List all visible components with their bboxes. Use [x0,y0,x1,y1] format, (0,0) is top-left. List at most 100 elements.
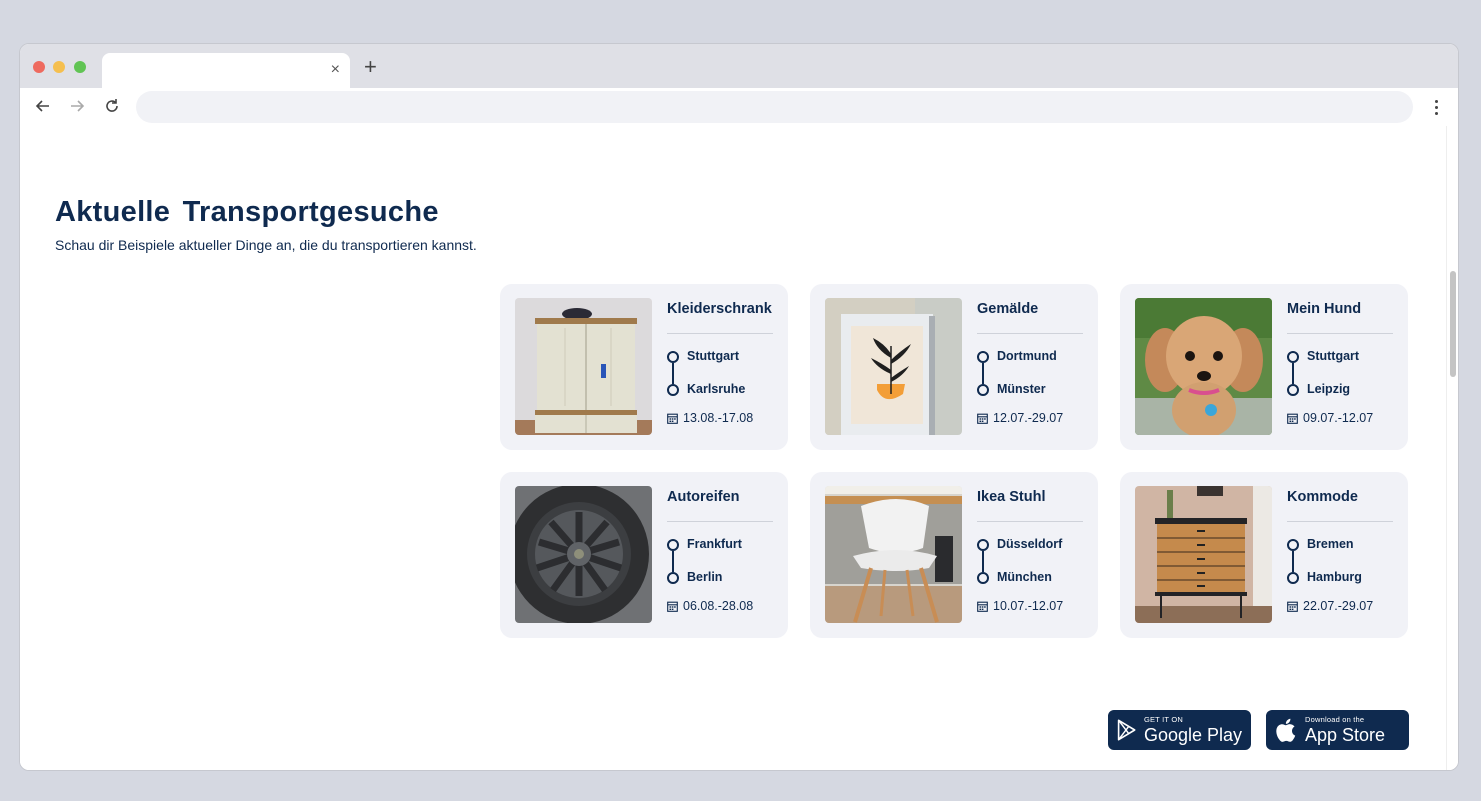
destination-marker-icon [977,384,989,396]
card-divider [977,333,1083,334]
navigation-bar [20,88,1458,126]
browser-tab[interactable]: × [102,53,350,88]
destination-city: Münster [997,382,1046,396]
route-line [1292,363,1294,384]
tire-photo [515,486,652,623]
card-title: Kleiderschrank [667,301,772,317]
dog-photo [1135,298,1272,435]
kebab-menu-icon[interactable] [1426,96,1446,118]
tab-bar: × + [20,44,1458,88]
calendar-icon [977,413,988,424]
arrow-left-icon [35,100,49,112]
card-info: Gemälde Dortmund Münster 12.07.-29.07 [977,298,1083,425]
chair-photo [825,486,962,623]
destination-marker-icon [977,572,989,584]
forward-button[interactable] [65,94,89,118]
app-store-big-text: App Store [1305,724,1386,745]
card-title: Ikea Stuhl [977,489,1046,505]
route-line [672,551,674,572]
calendar-icon [667,601,678,612]
app-store-small-text: Download on the [1305,715,1365,725]
origin-city: Düsseldorf [997,537,1063,551]
google-play-big-text: Google Play [1143,724,1242,745]
app-store-badges: GET IT ON Google Play Download on the Ap… [1108,710,1409,750]
route: Stuttgart Karlsruhe [667,348,773,400]
page-title: Aktuelle Transportgesuche [55,196,439,228]
origin-marker-icon [667,351,679,363]
date-text: 10.07.-12.07 [993,599,1064,613]
route: Dortmund Münster [977,348,1083,400]
browser-window: × + Aktuelle Transportgesuche Schau dir … [19,43,1459,771]
google-play-badge[interactable]: GET IT ON Google Play [1108,710,1251,750]
destination-marker-icon [1287,384,1299,396]
scrollbar-thumb[interactable] [1450,271,1456,377]
calendar-icon [977,601,988,612]
destination-city: Leipzig [1307,382,1351,396]
route-line [982,551,984,572]
origin-marker-icon [1287,539,1299,551]
painting-photo [825,298,962,435]
back-button[interactable] [31,94,55,118]
transport-card[interactable]: Ikea Stuhl Düsseldorf München 10.07.-12.… [810,472,1098,638]
calendar-icon [667,413,678,424]
card-title: Kommode [1287,489,1358,505]
wardrobe-photo [515,298,652,435]
destination-city: München [997,570,1052,584]
destination-marker-icon [1287,572,1299,584]
transport-card[interactable]: Gemälde Dortmund Münster 12.07.-29.07 [810,284,1098,450]
maximize-window-button[interactable] [74,61,86,73]
date-text: 22.07.-29.07 [1303,599,1374,613]
transport-card[interactable]: Mein Hund Stuttgart Leipzig 09.07.-12.07 [1120,284,1408,450]
tab-close-icon[interactable]: × [331,61,340,79]
transport-grid: Kleiderschrank Stuttgart Karlsruhe 13.08… [500,284,1408,638]
date-range: 10.07.-12.07 [977,599,1083,613]
card-info: Mein Hund Stuttgart Leipzig 09.07.-12.07 [1287,298,1393,425]
date-range: 12.07.-29.07 [977,411,1083,425]
route: Stuttgart Leipzig [1287,348,1393,400]
origin-marker-icon [977,351,989,363]
card-divider [1287,333,1393,334]
date-range: 22.07.-29.07 [1287,599,1393,613]
date-range: 09.07.-12.07 [1287,411,1393,425]
origin-city: Dortmund [997,349,1057,363]
card-title: Autoreifen [667,489,740,505]
card-divider [667,333,773,334]
app-store-badge[interactable]: Download on the App Store [1266,710,1409,750]
origin-city: Bremen [1307,537,1354,551]
address-bar[interactable] [136,91,1413,123]
card-info: Ikea Stuhl Düsseldorf München 10.07.-12.… [977,486,1083,613]
route: Bremen Hamburg [1287,536,1393,588]
app-store-text: Download on the App Store [1305,716,1385,744]
card-info: Autoreifen Frankfurt Berlin 06.08.-28.08 [667,486,773,613]
transport-card[interactable]: Kleiderschrank Stuttgart Karlsruhe 13.08… [500,284,788,450]
new-tab-button[interactable]: + [364,56,377,78]
origin-marker-icon [1287,351,1299,363]
card-divider [977,521,1083,522]
date-text: 12.07.-29.07 [993,411,1064,425]
transport-card[interactable]: Kommode Bremen Hamburg 22.07.-29.07 [1120,472,1408,638]
page-content: Aktuelle Transportgesuche Schau dir Beis… [20,126,1458,770]
transport-card[interactable]: Autoreifen Frankfurt Berlin 06.08.-28.08 [500,472,788,638]
origin-marker-icon [667,539,679,551]
date-text: 09.07.-12.07 [1303,411,1374,425]
apple-icon [1276,718,1296,742]
destination-city: Karlsruhe [687,382,746,396]
dresser-photo [1135,486,1272,623]
route: Düsseldorf München [977,536,1083,588]
origin-marker-icon [977,539,989,551]
destination-marker-icon [667,384,679,396]
route-line [1292,551,1294,572]
card-divider [1287,521,1393,522]
arrow-right-icon [71,100,85,112]
date-text: 13.08.-17.08 [683,411,754,425]
date-range: 06.08.-28.08 [667,599,773,613]
reload-button[interactable] [100,94,124,118]
close-window-button[interactable] [33,61,45,73]
vertical-scrollbar[interactable] [1446,126,1458,770]
origin-city: Frankfurt [687,537,742,551]
minimize-window-button[interactable] [53,61,65,73]
card-info: Kleiderschrank Stuttgart Karlsruhe 13.08… [667,298,773,425]
google-play-text: GET IT ON Google Play [1144,716,1242,744]
destination-marker-icon [667,572,679,584]
calendar-icon [1287,413,1298,424]
